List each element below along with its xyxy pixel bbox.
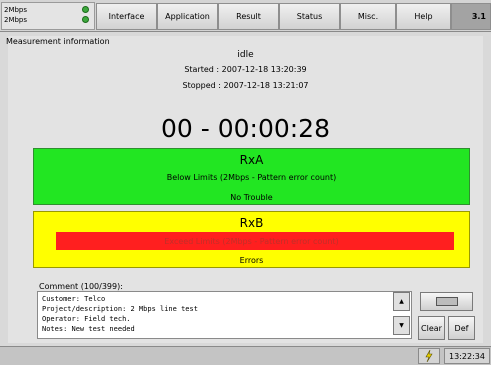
rxb-message: Exceed Limits (2Mbps - Pattern error cou… bbox=[164, 237, 339, 246]
comment-line: Customer: Telco bbox=[42, 295, 106, 303]
comment-textarea[interactable]: Customer: Telco Project/description: 2 M… bbox=[37, 291, 412, 339]
rxb-title: RxB bbox=[239, 216, 264, 230]
power-plug-icon bbox=[418, 348, 440, 364]
version-label: 3.1 bbox=[451, 3, 491, 30]
rxa-message: Below Limits (2Mbps - Pattern error coun… bbox=[166, 173, 337, 182]
signal-led-2-icon bbox=[82, 16, 89, 23]
menu-application[interactable]: Application bbox=[157, 3, 218, 30]
rxb-panel: RxB Exceed Limits (2Mbps - Pattern error… bbox=[33, 211, 470, 268]
comment-line: Notes: New test needed bbox=[42, 325, 135, 333]
measurement-state: idle bbox=[237, 50, 254, 60]
signal-line-2: 2Mbps bbox=[4, 16, 28, 24]
rxa-status: No Trouble bbox=[230, 193, 273, 202]
rxa-panel: RxA Below Limits (2Mbps - Pattern error … bbox=[33, 148, 470, 205]
menu-status[interactable]: Status bbox=[279, 3, 340, 30]
signal-indicator: 2Mbps 2Mbps bbox=[1, 2, 95, 30]
comment-line: Project/description: 2 Mbps line test bbox=[42, 305, 198, 313]
menu-result[interactable]: Result bbox=[218, 3, 279, 30]
scroll-down-button[interactable]: ▼ bbox=[393, 316, 410, 335]
menu-help[interactable]: Help bbox=[396, 3, 451, 30]
comment-line: Operator: Field tech. bbox=[42, 315, 131, 323]
signal-led-1-icon bbox=[82, 6, 89, 13]
keyboard-icon bbox=[435, 297, 458, 306]
started-time: Started : 2007-12-18 13:20:39 bbox=[184, 65, 307, 74]
menu-interface[interactable]: Interface bbox=[96, 3, 157, 30]
section-title: Measurement information bbox=[6, 37, 110, 46]
menu-misc[interactable]: Misc. bbox=[340, 3, 396, 30]
rxa-title: RxA bbox=[239, 153, 264, 167]
clear-button[interactable]: Clear bbox=[418, 316, 445, 340]
def-button[interactable]: Def bbox=[448, 316, 475, 340]
keyboard-button[interactable] bbox=[420, 292, 473, 311]
elapsed-timer: 00 - 00:00:28 bbox=[160, 114, 330, 143]
comment-label: Comment (100/399): bbox=[39, 282, 123, 291]
clock: 13:22:34 bbox=[444, 348, 490, 364]
arrow-down-icon: ▼ bbox=[399, 322, 404, 329]
top-menu-bar: 2Mbps 2Mbps Interface Application Result… bbox=[0, 0, 491, 32]
rxb-status: Errors bbox=[239, 256, 264, 265]
stopped-time: Stopped : 2007-12-18 13:21:07 bbox=[182, 81, 309, 90]
signal-line-1: 2Mbps bbox=[4, 6, 28, 14]
scroll-up-button[interactable]: ▲ bbox=[393, 292, 410, 311]
arrow-up-icon: ▲ bbox=[399, 298, 404, 305]
